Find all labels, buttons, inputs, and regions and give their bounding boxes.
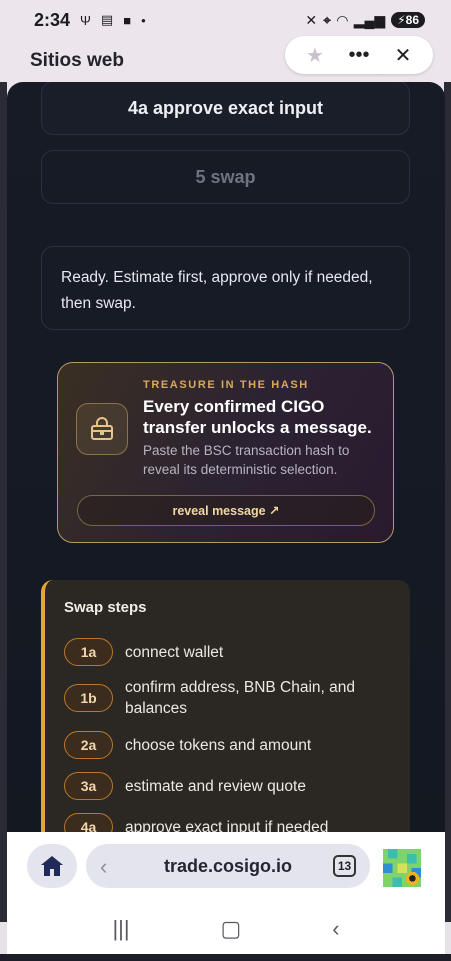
- mute-icon: ✕: [305, 11, 318, 28]
- step-badge: 3a: [64, 772, 113, 800]
- tab-count-button[interactable]: 13: [333, 855, 356, 877]
- message-icon: ■: [123, 12, 132, 28]
- step-badge: 2a: [64, 731, 113, 759]
- step-item: 3a estimate and review quote: [64, 772, 375, 800]
- step-text: confirm address, BNB Chain, and balances: [125, 679, 356, 717]
- wifi-icon: ◠: [336, 11, 348, 28]
- battery-indicator: ⚡86: [391, 12, 425, 28]
- star-icon[interactable]: ★: [297, 40, 333, 70]
- header-actions: ★ ••• ✕: [285, 36, 433, 74]
- status-message: Ready. Estimate first, approve only if n…: [41, 246, 410, 330]
- home-nav-icon[interactable]: ▢: [221, 916, 242, 942]
- swap-button[interactable]: 5 swap: [41, 150, 410, 204]
- status-bar: 2:34 Ψ ▤ ■ • ✕ ⌖ ◠ ▂▄▆ ⚡86: [0, 0, 451, 40]
- edge-left: [0, 82, 7, 922]
- web-sheet[interactable]: 4a approve exact input 5 swap Ready. Est…: [7, 82, 445, 832]
- location-icon: ⌖: [323, 11, 331, 28]
- home-button[interactable]: [27, 844, 77, 888]
- bottom-strip: [0, 954, 451, 961]
- promo-description: Paste the BSC transaction hash to reveal…: [143, 443, 350, 477]
- home-icon: [41, 856, 63, 876]
- promo-title: Every confirmed CIGO transfer unlocks a …: [143, 397, 372, 437]
- background-app-title: Sitios web: [30, 50, 124, 71]
- url-text[interactable]: trade.cosigo.io: [86, 856, 370, 877]
- clock: 2:34: [34, 9, 71, 30]
- step-item: 4a approve exact input if needed: [64, 813, 375, 832]
- step-badge: 1a: [64, 638, 113, 666]
- step-item: 1a connect wallet: [64, 638, 375, 666]
- system-navigation: ||| ▢ ‹: [7, 904, 445, 954]
- approve-button[interactable]: 4a approve exact input: [41, 82, 410, 135]
- step-item: 2a choose tokens and amount: [64, 731, 375, 759]
- swap-steps-title: Swap steps: [64, 599, 147, 616]
- promo-card: TREASURE IN THE HASH Every confirmed CIG…: [57, 362, 394, 543]
- step-item: 1b confirm address, BNB Chain, and balan…: [64, 677, 375, 719]
- step-badge: 1b: [64, 684, 113, 712]
- step-badge: 4a: [64, 813, 113, 832]
- address-bar[interactable]: ‹ trade.cosigo.io 13: [86, 844, 370, 888]
- treasure-chest-icon: [76, 403, 128, 455]
- swap-steps-card: Swap steps 1a connect wallet 1b confirm …: [41, 580, 410, 832]
- edge-right: [444, 82, 451, 922]
- step-text: approve exact input if needed: [125, 818, 329, 833]
- recents-icon[interactable]: |||: [112, 916, 129, 942]
- avatar[interactable]: [383, 849, 421, 887]
- dot-icon: •: [141, 12, 146, 28]
- calendar-icon: ▤: [100, 12, 114, 27]
- more-icon[interactable]: •••: [341, 40, 377, 70]
- usb-icon: Ψ: [80, 12, 91, 28]
- reveal-message-button[interactable]: reveal message ↗: [77, 495, 375, 526]
- step-text: connect wallet: [125, 643, 224, 661]
- step-text: choose tokens and amount: [125, 736, 312, 754]
- signal-icon: ▂▄▆: [353, 11, 386, 28]
- back-icon[interactable]: ‹: [332, 916, 339, 942]
- close-icon[interactable]: ✕: [385, 40, 421, 70]
- step-text: estimate and review quote: [125, 777, 306, 795]
- promo-kicker: TREASURE IN THE HASH: [143, 379, 309, 391]
- browser-toolbar: ‹ trade.cosigo.io 13: [7, 832, 445, 904]
